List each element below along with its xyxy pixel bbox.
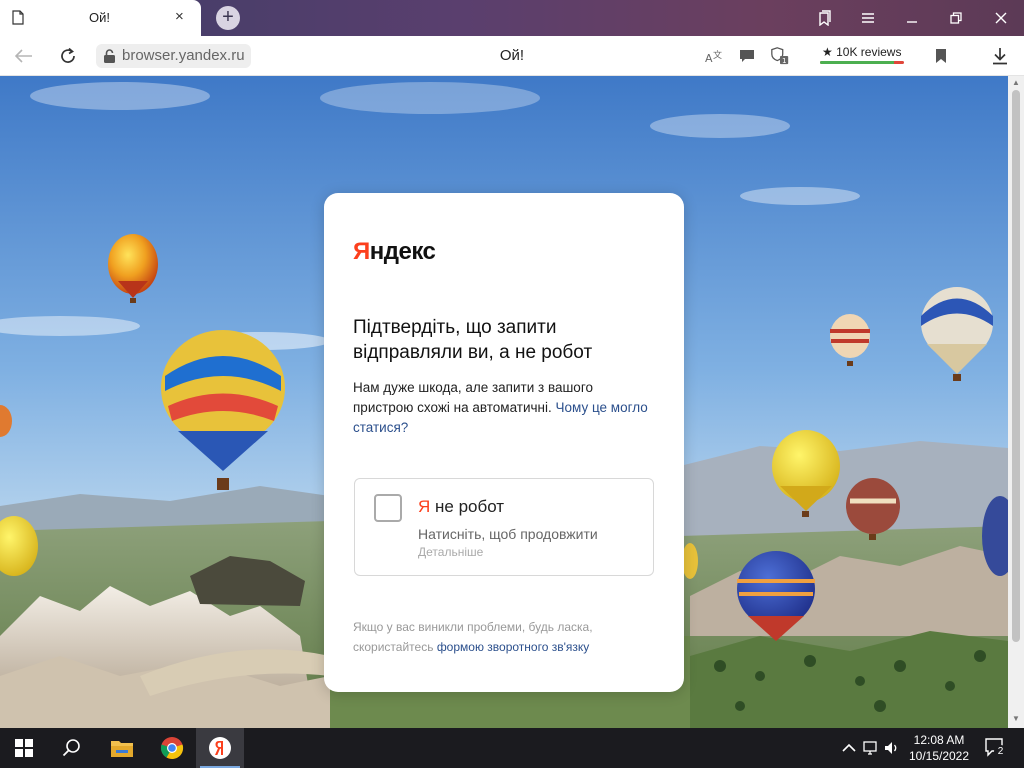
scroll-down-icon[interactable]: ▼ [1011,714,1021,724]
search-icon [62,739,80,757]
taskbar: 12:08 AM 10/15/2022 2 [0,728,1024,768]
restore-icon[interactable] [946,8,966,28]
notification-count: 2 [994,745,1007,758]
folder-icon [111,741,133,757]
collections-icon[interactable] [814,8,834,28]
chrome-icon [160,737,184,760]
reviews-rating-fill [820,61,894,64]
svg-text:文: 文 [713,49,722,61]
details-link[interactable]: Детальніше [418,545,483,559]
document-icon [12,10,24,25]
yandex-browser-button[interactable] [196,728,244,768]
tab-bar: Ой! × + [0,0,1024,36]
show-hidden-icons-icon[interactable] [840,739,858,757]
yandex-browser-icon [209,737,231,759]
new-tab-button[interactable]: + [216,6,240,30]
reviews-badge[interactable]: ★ 10K reviews [820,43,906,69]
close-window-icon[interactable] [991,8,1011,28]
network-icon[interactable] [862,739,880,757]
url-field[interactable]: browser.yandex.ru [96,44,251,68]
url-text: browser.yandex.ru [122,47,245,64]
page-scrollbar[interactable]: ▲ ▼ [1008,76,1024,728]
back-button[interactable] [13,45,35,67]
start-button[interactable] [0,728,48,768]
tab-title: Ой! [89,10,110,25]
menu-icon[interactable] [858,8,878,28]
tab-close-icon[interactable]: × [175,9,184,25]
system-clock[interactable]: 12:08 AM 10/15/2022 [904,732,974,764]
not-robot-label[interactable]: Я не робот [418,497,504,517]
scroll-thumb[interactable] [1012,90,1020,642]
comments-icon[interactable] [737,46,757,66]
svg-text:1: 1 [782,56,787,65]
volume-icon[interactable] [883,739,901,757]
scroll-up-icon[interactable]: ▲ [1011,78,1021,88]
captcha-description: Нам дуже шкода, але запити з вашого прис… [353,378,653,438]
reviews-label: ★ 10K reviews [822,45,902,59]
chrome-button[interactable] [148,728,196,768]
press-to-continue-text: Натисніть, щоб продовжити [418,526,598,542]
search-button[interactable] [48,728,96,768]
file-explorer-button[interactable] [98,728,146,768]
bookmark-icon[interactable] [931,46,951,66]
address-bar: browser.yandex.ru Ой! A 文 1 ★ 10K review… [0,36,1024,76]
windows-icon [15,739,33,757]
download-icon[interactable] [990,46,1010,66]
protect-shield-icon[interactable]: 1 [770,46,790,66]
translate-icon[interactable]: A 文 [704,46,724,66]
reload-button[interactable] [57,45,79,67]
not-robot-checkbox[interactable] [374,494,402,522]
captcha-heading: Підтвердіть, що запити відправляли ви, а… [353,317,593,363]
minimize-icon[interactable] [902,8,922,28]
page-title: Ой! [499,47,525,64]
tab-active[interactable]: Ой! × [0,0,201,36]
lock-icon[interactable] [103,49,116,63]
clock-time: 12:08 AM [913,733,965,747]
notification-center-icon[interactable]: 2 [984,737,1008,759]
captcha-card: Яндекс Підтвердіть, що запити відправлял… [324,193,684,692]
not-robot-checkbox-block[interactable]: Я не робот Натисніть, щоб продовжити Дет… [354,478,654,576]
reviews-rating-bar [820,61,904,64]
captcha-footer: Якщо у вас виникли проблеми, будь ласка,… [353,617,653,657]
svg-text:A: A [705,52,713,65]
clock-date: 10/15/2022 [908,749,970,763]
feedback-form-link[interactable]: формою зворотного зв'язку [437,640,589,654]
yandex-logo: Яндекс [353,238,436,265]
